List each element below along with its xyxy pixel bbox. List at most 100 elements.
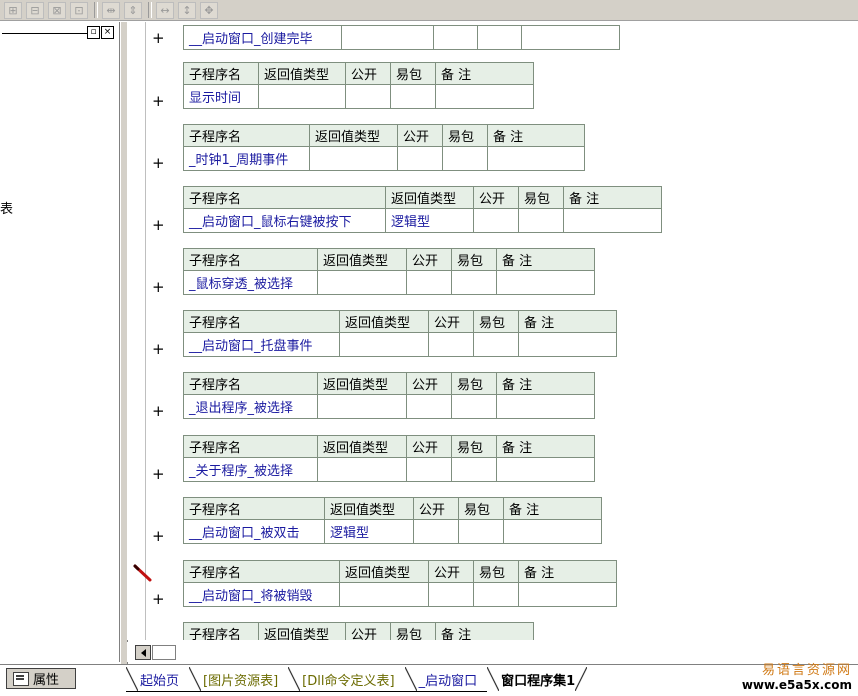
expand-icon[interactable]: + [152,280,165,295]
left-panel: ▫ × 表 [0,22,120,662]
scroll-left-button[interactable] [135,645,151,660]
return-type[interactable]: 逻辑型 [385,208,474,233]
subroutine-name[interactable]: __启动窗口_将被销毁 [183,582,340,607]
public-cell[interactable] [406,394,452,419]
remark-cell[interactable] [518,332,617,357]
return-type[interactable] [309,146,398,171]
tab-startup-window[interactable]: _启动窗口 [404,667,488,692]
equal-width-icon[interactable]: ↔ [156,1,174,19]
remark-cell[interactable] [496,394,595,419]
merge-cell-icon[interactable]: ⊠ [48,1,66,19]
expand-icon[interactable]: + [152,467,165,482]
public-cell[interactable] [406,270,452,295]
scroll-thumb[interactable] [152,645,176,660]
subroutine-table: 子程序名 返回值类型 公开 易包 备 注 _鼠标穿透_被选择 [183,248,595,295]
header-public: 公开 [428,560,474,583]
expand-icon[interactable]: + [152,31,165,46]
header-public: 公开 [345,62,391,85]
header-return-type: 返回值类型 [317,435,407,458]
header-remark: 备 注 [435,622,534,640]
header-public: 公开 [413,497,459,520]
header-name: 子程序名 [183,186,386,209]
expand-icon[interactable]: + [152,94,165,109]
subroutine-table: 子程序名 返回值类型 公开 易包 备 注 __启动窗口_被双击 逻辑型 [183,497,602,544]
remark-cell[interactable] [435,84,534,109]
tab-window-assembly[interactable]: 窗口程序集1 [487,667,588,691]
remark-cell[interactable] [496,457,595,482]
subroutine-name[interactable]: __启动窗口_托盘事件 [183,332,340,357]
return-type[interactable] [317,270,407,295]
return-type[interactable] [341,25,434,50]
remark-cell[interactable] [503,519,602,544]
subroutine-name[interactable]: _退出程序_被选择 [183,394,318,419]
center-icon[interactable]: ✥ [200,1,218,19]
header-name: 子程序名 [183,62,259,85]
close-icon[interactable]: × [101,26,114,39]
align-rows-icon[interactable]: ⇕ [124,1,142,19]
subroutine-name[interactable]: __启动窗口_鼠标右键被按下 [183,208,386,233]
subroutine-name[interactable]: _时钟1_周期事件 [183,146,310,171]
public-cell[interactable] [428,582,474,607]
tab-image-resources[interactable]: [图片资源表] [189,667,289,692]
subroutine-name[interactable]: _鼠标穿透_被选择 [183,270,318,295]
insert-table-icon[interactable]: ⊞ [4,1,22,19]
easy-pack-cell[interactable] [473,332,519,357]
document-tabs: 起始页 [图片资源表] [Dll命令定义表] _启动窗口 窗口程序集1 [126,667,588,692]
public-cell[interactable] [413,519,459,544]
return-type[interactable] [258,84,346,109]
public-cell[interactable] [345,84,391,109]
equal-height-icon[interactable]: ↕ [178,1,196,19]
public-cell[interactable] [473,208,519,233]
split-cell-icon[interactable]: ⊟ [26,1,44,19]
tab-start-page[interactable]: 起始页 [126,667,190,692]
header-easy-pack: 易包 [451,248,497,271]
return-type[interactable] [317,394,407,419]
easy-pack-cell[interactable] [390,84,436,109]
subroutine-name[interactable]: _关于程序_被选择 [183,457,318,482]
return-type[interactable] [339,332,429,357]
expand-icon[interactable]: + [152,156,165,171]
subroutine-table: 子程序名 返回值类型 公开 易包 备 注 _关于程序_被选择 [183,435,595,482]
expand-icon[interactable]: + [152,404,165,419]
easy-pack-cell[interactable] [442,146,488,171]
properties-button[interactable]: 属性 [6,668,76,689]
subroutine-name[interactable]: __启动窗口_被双击 [183,519,325,544]
delete-cell-icon[interactable]: ⊡ [70,1,88,19]
expand-icon[interactable]: + [152,218,165,233]
expand-icon[interactable]: + [152,592,165,607]
subroutine-name[interactable]: 显示时间 [183,84,259,109]
remark-cell[interactable] [496,270,595,295]
code-editor[interactable]: + __启动窗口_创建完毕 + 子程序名 返回值类型 公开 易包 备 注 显示时… [127,22,858,640]
header-easy-pack: 易包 [518,186,564,209]
remark-cell[interactable] [518,582,617,607]
public-cell[interactable] [433,25,478,50]
tab-dll-commands[interactable]: [Dll命令定义表] [288,667,405,692]
remark-cell[interactable] [563,208,662,233]
easy-pack-cell[interactable] [451,270,497,295]
return-type[interactable] [339,582,429,607]
subroutine-name[interactable]: __启动窗口_创建完毕 [183,25,342,50]
align-columns-icon[interactable]: ⇹ [102,1,120,19]
easy-pack-cell[interactable] [473,582,519,607]
public-cell[interactable] [428,332,474,357]
easy-pack-cell[interactable] [477,25,522,50]
easy-pack-cell[interactable] [458,519,504,544]
return-type[interactable]: 逻辑型 [324,519,414,544]
subroutine-table: 子程序名 返回值类型 公开 易包 备 注 _退出程序_被选择 [183,372,595,419]
header-name: 子程序名 [183,435,318,458]
header-return-type: 返回值类型 [309,124,398,147]
easy-pack-cell[interactable] [451,457,497,482]
return-type[interactable] [317,457,407,482]
easy-pack-cell[interactable] [451,394,497,419]
toolbar-separator [94,2,98,18]
public-cell[interactable] [397,146,443,171]
remark-cell[interactable] [521,25,620,50]
remark-cell[interactable] [487,146,585,171]
restore-icon[interactable]: ▫ [87,26,100,39]
properties-label: 属性 [33,673,60,688]
expand-icon[interactable]: + [152,529,165,544]
header-public: 公开 [428,310,474,333]
easy-pack-cell[interactable] [518,208,564,233]
public-cell[interactable] [406,457,452,482]
expand-icon[interactable]: + [152,342,165,357]
